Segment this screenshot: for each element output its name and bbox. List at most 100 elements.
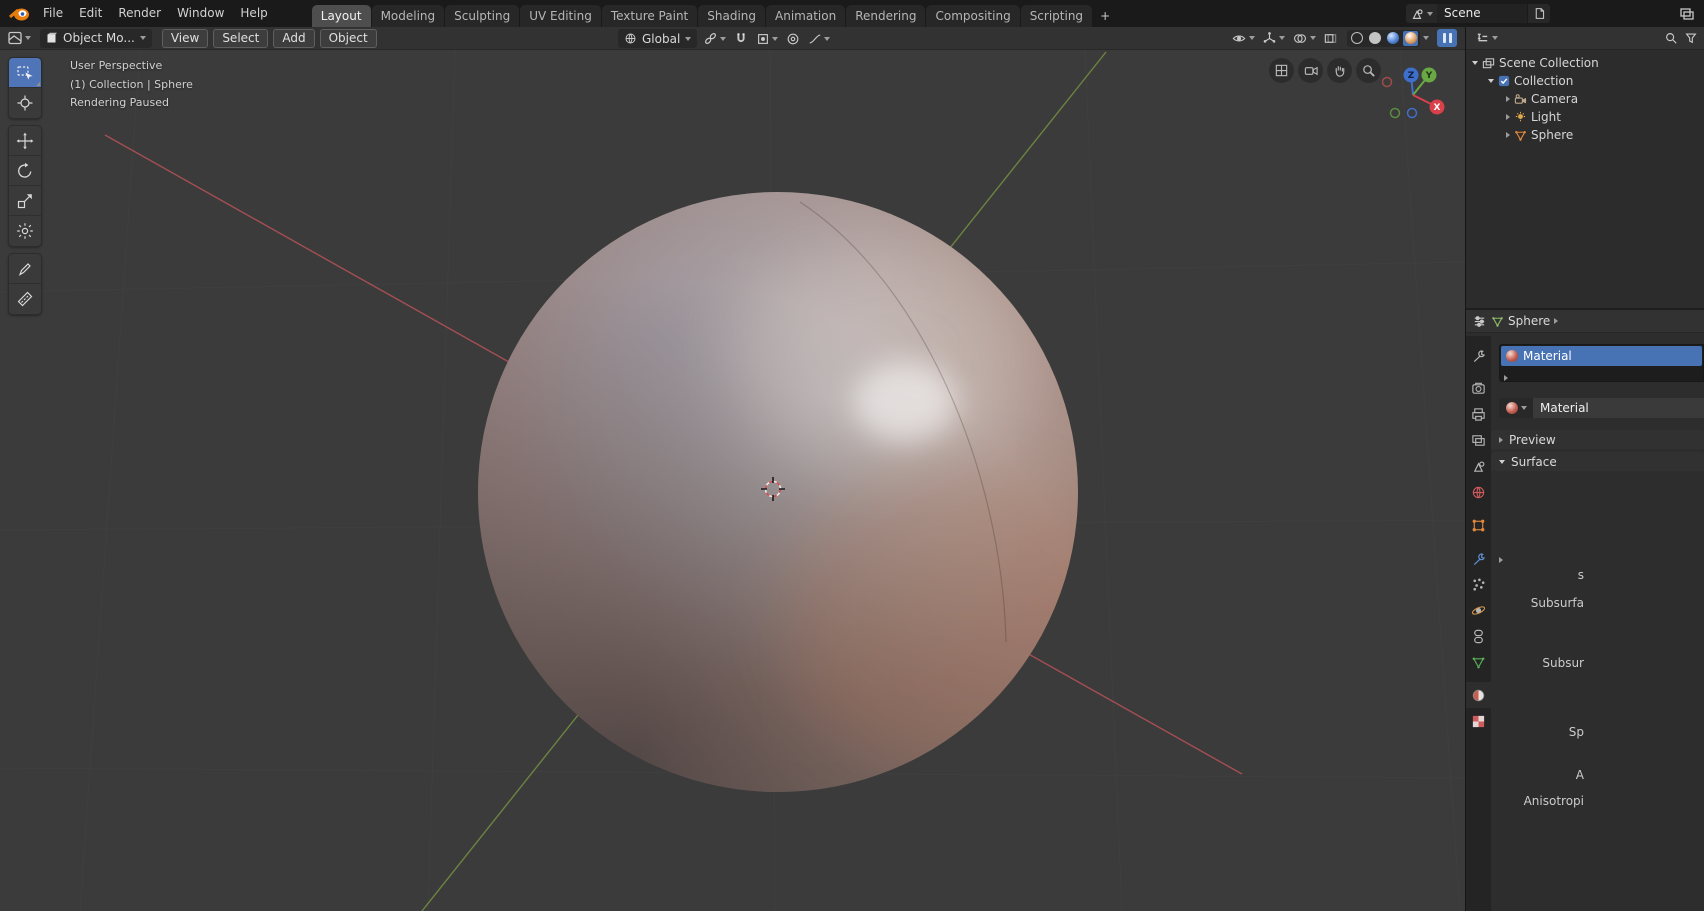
menu-window[interactable]: Window	[169, 0, 232, 27]
gizmo-y[interactable]: Y	[1422, 68, 1437, 83]
disclosure-icon[interactable]	[1506, 96, 1510, 102]
tab-uv-editing[interactable]: UV Editing	[520, 5, 601, 27]
viewport-3d[interactable]: User Perspective (1) Collection | Sphere…	[0, 50, 1465, 911]
menu-file[interactable]: File	[35, 0, 71, 27]
camera-view-button[interactable]	[1298, 58, 1323, 83]
blender-logo-icon[interactable]	[8, 6, 30, 22]
tab-texture[interactable]	[1466, 708, 1491, 734]
tab-tool[interactable]	[1466, 342, 1491, 368]
sphere-object[interactable]	[478, 192, 1120, 792]
tool-rotate[interactable]	[9, 156, 41, 186]
tab-shading[interactable]: Shading	[698, 5, 765, 27]
tab-physics[interactable]	[1466, 597, 1491, 623]
tab-modeling[interactable]: Modeling	[372, 5, 445, 27]
tab-animation[interactable]: Animation	[766, 5, 845, 27]
disclosure-icon[interactable]	[1506, 132, 1510, 138]
overlays-dropdown[interactable]	[1290, 30, 1318, 47]
browse-material-button[interactable]	[1499, 398, 1533, 418]
gizmo-x[interactable]: X	[1430, 100, 1445, 115]
view-layer-icon[interactable]	[1678, 6, 1704, 22]
gizmo-neg-z[interactable]	[1408, 109, 1417, 118]
tab-output[interactable]	[1466, 401, 1491, 427]
outliner-row-collection[interactable]: Collection	[1466, 72, 1704, 90]
proportional-editing-button[interactable]	[784, 31, 802, 47]
tab-object-data[interactable]	[1466, 649, 1491, 675]
outliner-row-scene-collection[interactable]: Scene Collection	[1466, 54, 1704, 72]
tool-annotate[interactable]	[9, 254, 41, 284]
tool-move[interactable]	[9, 126, 41, 156]
panel-preview-header[interactable]: Preview	[1491, 430, 1704, 449]
visibility-dropdown[interactable]	[1229, 30, 1257, 47]
tab-rendering[interactable]: Rendering	[846, 5, 925, 27]
tab-scene[interactable]	[1466, 453, 1491, 479]
outliner-row-sphere[interactable]: Sphere	[1466, 126, 1704, 144]
tool-transform[interactable]	[9, 216, 41, 246]
shading-rendered-button[interactable]	[1403, 31, 1418, 46]
tool-measure[interactable]	[9, 284, 41, 314]
shading-solid-button[interactable]	[1367, 31, 1382, 46]
orientation-gizmo[interactable]: Z Y X	[1378, 60, 1448, 130]
search-icon[interactable]	[1664, 31, 1678, 45]
tab-view-layer[interactable]	[1466, 427, 1491, 453]
tab-object[interactable]	[1466, 512, 1491, 538]
tab-render[interactable]	[1466, 375, 1491, 401]
new-scene-button[interactable]	[1528, 4, 1550, 23]
snap-toggle-button[interactable]	[732, 30, 750, 47]
menu-select[interactable]: Select	[213, 29, 268, 48]
gizmo-neg-y[interactable]	[1391, 109, 1400, 118]
outliner-row-light[interactable]: Light	[1466, 108, 1704, 126]
material-name-field[interactable]: Material	[1533, 398, 1704, 418]
shading-material-preview-button[interactable]	[1385, 31, 1400, 46]
tool-cursor[interactable]	[9, 88, 41, 118]
tool-scale[interactable]	[9, 186, 41, 216]
tab-layout[interactable]: Layout	[312, 5, 371, 27]
scene-name-field[interactable]: Scene	[1437, 4, 1527, 23]
render-pause-button[interactable]	[1437, 29, 1457, 47]
disclosure-icon[interactable]	[1472, 61, 1478, 65]
gizmo-neg-x[interactable]	[1383, 78, 1392, 87]
tool-box-select[interactable]	[9, 58, 41, 88]
material-slot-list[interactable]: Material	[1499, 344, 1704, 382]
menu-edit[interactable]: Edit	[71, 0, 110, 27]
scene-browse-button[interactable]	[1406, 4, 1437, 23]
menu-render[interactable]: Render	[110, 0, 169, 27]
editor-type-button[interactable]	[4, 30, 34, 46]
tab-world[interactable]	[1466, 479, 1491, 505]
gizmo-z[interactable]: Z	[1404, 68, 1419, 83]
gizmos-dropdown[interactable]	[1260, 30, 1287, 47]
menu-view[interactable]: View	[162, 29, 208, 48]
collection-checkbox-icon[interactable]	[1498, 75, 1510, 87]
panel-surface-header[interactable]: Surface	[1491, 452, 1704, 471]
shading-options-chevron-icon[interactable]	[1423, 36, 1429, 40]
panel-divider-vertical[interactable]	[1465, 27, 1466, 911]
surface-subpanel-disclosure-icon[interactable]	[1499, 557, 1503, 563]
add-workspace-button[interactable]: +	[1093, 5, 1117, 27]
disclosure-icon[interactable]	[1488, 79, 1494, 83]
tab-modifiers[interactable]	[1466, 545, 1491, 571]
pan-view-button[interactable]	[1327, 58, 1352, 83]
snap-target-dropdown[interactable]	[754, 31, 780, 47]
filter-funnel-icon[interactable]	[1684, 31, 1698, 45]
menu-add[interactable]: Add	[273, 29, 314, 48]
tab-particles[interactable]	[1466, 571, 1491, 597]
shading-wireframe-button[interactable]	[1349, 31, 1364, 46]
tab-constraints[interactable]	[1466, 623, 1491, 649]
tab-sculpting[interactable]: Sculpting	[445, 5, 519, 27]
falloff-dropdown[interactable]	[806, 31, 832, 47]
snap-pivot-button[interactable]	[701, 30, 728, 47]
toggle-perspective-button[interactable]	[1269, 58, 1294, 83]
disclosure-icon[interactable]	[1506, 114, 1510, 120]
tab-compositing[interactable]: Compositing	[926, 5, 1019, 27]
properties-editor-icon[interactable]	[1472, 314, 1487, 329]
menu-help[interactable]: Help	[232, 0, 275, 27]
outliner-row-camera[interactable]: Camera	[1466, 90, 1704, 108]
slot-specials-icon[interactable]	[1504, 375, 1508, 381]
tab-material[interactable]	[1466, 682, 1491, 708]
mode-dropdown[interactable]: Object Mo...	[40, 29, 152, 48]
outliner-editor-type-button[interactable]	[1472, 31, 1501, 46]
tab-texture-paint[interactable]: Texture Paint	[602, 5, 697, 27]
material-slot-active[interactable]: Material	[1501, 346, 1702, 366]
menu-object[interactable]: Object	[320, 29, 377, 48]
tab-scripting[interactable]: Scripting	[1021, 5, 1092, 27]
orientation-dropdown[interactable]: Global	[618, 29, 697, 48]
